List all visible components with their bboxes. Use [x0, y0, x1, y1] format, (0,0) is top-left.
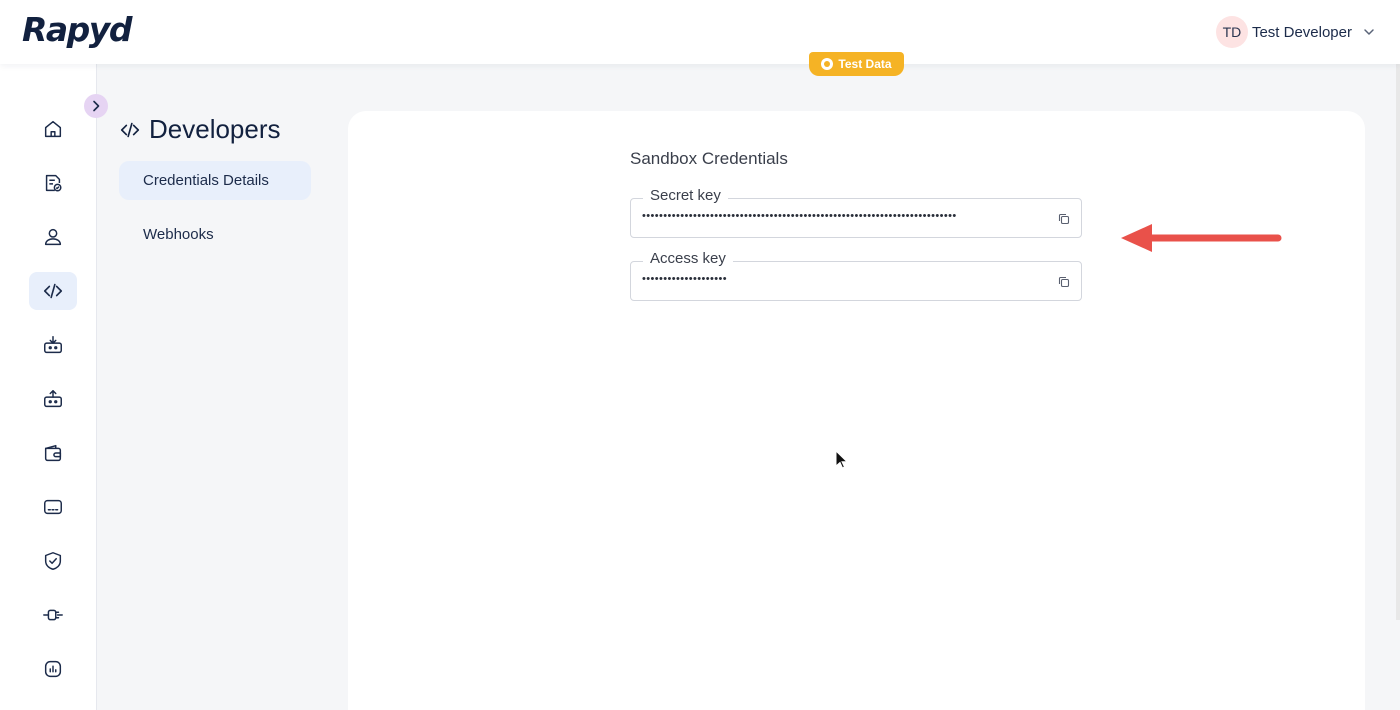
rapyd-logo[interactable]: Rapyd: [22, 10, 132, 49]
chevron-down-icon: [1362, 25, 1376, 39]
top-bar: Rapyd TD Test Developer: [0, 0, 1400, 64]
user-menu[interactable]: TD Test Developer: [1215, 16, 1376, 48]
secret-key-field[interactable]: Secret key •••••••••••••••••••••••••••••…: [630, 187, 1082, 238]
access-key-label: Access key: [643, 250, 733, 267]
inbox-upload-icon: [44, 390, 62, 408]
subnav-item-credentials-details[interactable]: Credentials Details: [119, 161, 311, 200]
nav-documents[interactable]: [29, 164, 77, 202]
nav-developers[interactable]: [29, 272, 77, 310]
copy-icon: [1058, 276, 1070, 288]
secret-key-value[interactable]: ••••••••••••••••••••••••••••••••••••••••…: [642, 210, 1052, 222]
nav-wallet[interactable]: [29, 434, 77, 472]
copy-icon: [1058, 213, 1070, 225]
nav-home[interactable]: [29, 110, 77, 148]
test-data-badge: Test Data: [809, 52, 904, 76]
chart-icon: [44, 660, 62, 678]
wallet-icon: [44, 444, 62, 462]
page-scrollbar[interactable]: [1396, 0, 1400, 620]
user-icon: [44, 228, 62, 246]
code-icon: [43, 283, 63, 299]
user-name: Test Developer: [1251, 23, 1352, 41]
code-icon: [119, 119, 141, 141]
nav-integrations[interactable]: [29, 596, 77, 634]
section-title: Sandbox Credentials: [630, 149, 788, 168]
nav-protect[interactable]: [29, 542, 77, 580]
main-sidebar: [0, 64, 97, 710]
subnav-item-webhooks[interactable]: Webhooks: [119, 215, 311, 254]
sidebar-expand-button[interactable]: [84, 94, 108, 118]
page-title-text: Developers: [149, 114, 281, 144]
document-check-icon: [45, 174, 62, 192]
developers-subnav: Developers Credentials Details Webhooks: [97, 64, 329, 710]
avatar: TD: [1215, 16, 1248, 48]
nav-disburse[interactable]: [29, 380, 77, 418]
card-icon: [44, 499, 62, 515]
home-icon: [44, 120, 62, 138]
subnav-item-label: Credentials Details: [143, 172, 269, 189]
access-key-field[interactable]: Access key ••••••••••••••••••••: [630, 250, 1082, 301]
access-key-value[interactable]: ••••••••••••••••••••: [642, 273, 1052, 285]
copy-secret-key-button[interactable]: [1056, 211, 1072, 227]
subnav-item-label: Webhooks: [143, 226, 214, 243]
secret-key-label: Secret key: [643, 187, 728, 204]
shield-check-icon: [44, 552, 62, 570]
annotation-arrow-icon: [1121, 224, 1282, 252]
page-title: Developers: [119, 114, 281, 145]
inbox-download-icon: [44, 336, 62, 354]
nav-cards[interactable]: [29, 488, 77, 526]
nav-reports[interactable]: [29, 650, 77, 688]
nav-users[interactable]: [29, 218, 77, 256]
chevron-right-icon: [93, 100, 100, 112]
nav-collect[interactable]: [29, 326, 77, 364]
mouse-cursor-icon: [835, 450, 849, 469]
plug-icon: [43, 609, 63, 621]
test-mode-dot-icon: [821, 58, 834, 70]
copy-access-key-button[interactable]: [1056, 274, 1072, 290]
credentials-card: Sandbox Credentials Secret key •••••••••…: [348, 111, 1365, 710]
test-data-label: Test Data: [838, 57, 892, 71]
